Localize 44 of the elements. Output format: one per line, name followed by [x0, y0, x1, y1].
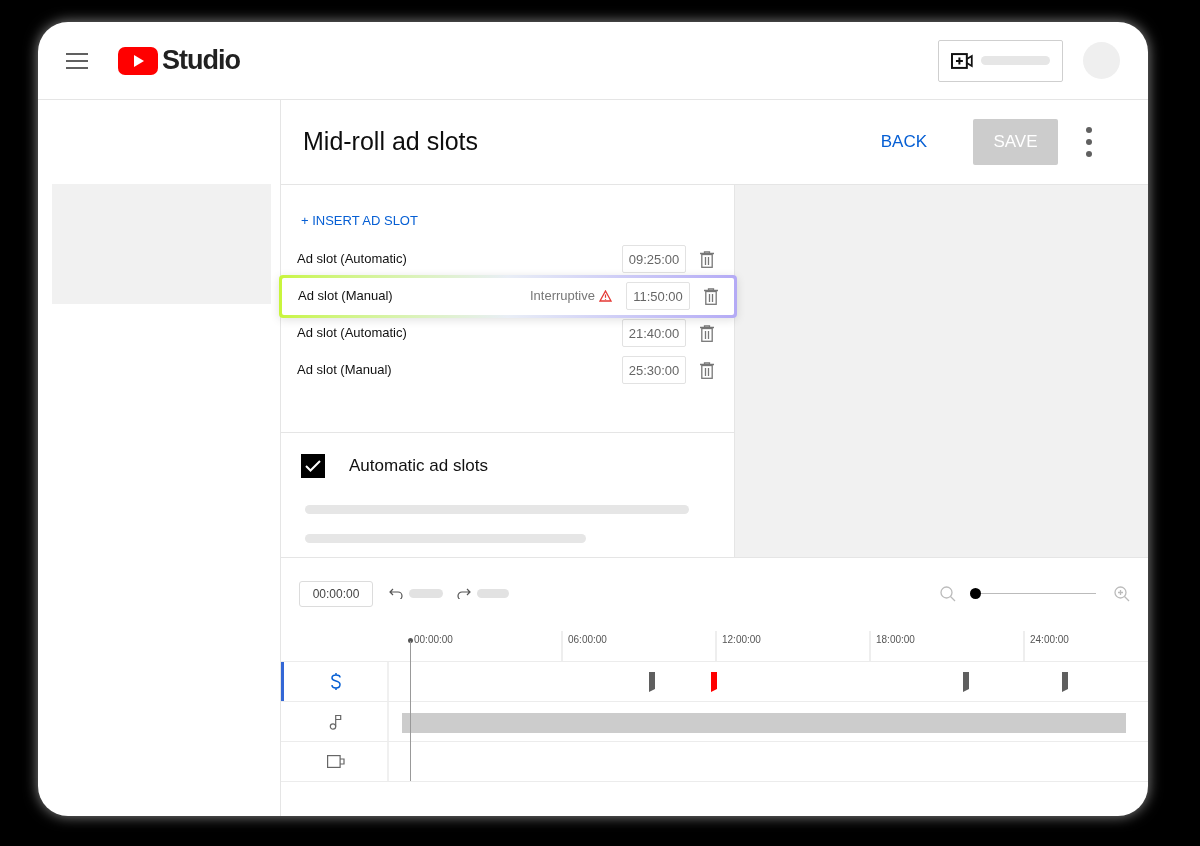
- ad-marker[interactable]: [710, 672, 717, 692]
- ad-marker[interactable]: [648, 672, 655, 692]
- zoom-slider[interactable]: [970, 587, 1096, 600]
- time-tick-label: 00:00:00: [414, 633, 453, 647]
- audio-clip[interactable]: [402, 713, 1126, 733]
- time-field[interactable]: 21:40:00: [622, 319, 686, 347]
- ad-marker[interactable]: [1061, 672, 1068, 692]
- ad-marker[interactable]: [963, 672, 970, 692]
- undo-icon[interactable]: [389, 588, 403, 599]
- trash-icon[interactable]: [704, 287, 718, 305]
- dollar-icon[interactable]: [329, 671, 342, 692]
- trash-icon[interactable]: [700, 361, 714, 379]
- playhead[interactable]: [407, 638, 414, 781]
- checkbox[interactable]: [301, 453, 325, 478]
- trash-icon[interactable]: [700, 250, 714, 268]
- time-field[interactable]: 25:30:00: [622, 356, 686, 384]
- create-button[interactable]: [938, 39, 1063, 82]
- logo-text: Studio: [162, 47, 240, 74]
- insert-ad-slot-button[interactable]: + INSERT AD SLOT: [301, 211, 418, 231]
- checkbox-label: Automatic ad slots: [349, 455, 488, 477]
- slot-note: Interruptive: [529, 287, 595, 306]
- slider-thumb[interactable]: [970, 587, 981, 599]
- video-plus-icon: [951, 52, 973, 69]
- slot-label: Ad slot (Manual): [298, 287, 393, 306]
- trash-icon[interactable]: [700, 324, 714, 342]
- slot-label: Ad slot (Automatic): [297, 250, 407, 269]
- video-camera-icon[interactable]: [326, 755, 345, 768]
- time-field[interactable]: 09:25:00: [622, 245, 686, 273]
- check-icon: [305, 459, 321, 472]
- slot-label: Ad slot (Automatic): [297, 324, 407, 343]
- menu-icon[interactable]: [66, 52, 88, 69]
- page-title: Mid-roll ad slots: [303, 126, 479, 158]
- time-field[interactable]: 00:00:00: [299, 580, 373, 607]
- time-tick-label: 18:00:00: [876, 633, 915, 647]
- time-tick-label: 06:00:00: [568, 633, 607, 647]
- more-options-icon[interactable]: [1086, 127, 1092, 157]
- time-tick-label: 24:00:00: [1030, 633, 1069, 647]
- play-logo-icon: [118, 46, 158, 75]
- music-note-icon[interactable]: [328, 713, 343, 730]
- slot-label: Ad slot (Manual): [297, 361, 392, 380]
- redo-icon[interactable]: [457, 588, 471, 599]
- time-field[interactable]: 11:50:00: [626, 282, 690, 310]
- back-button[interactable]: BACK: [870, 121, 937, 163]
- time-tick-label: 12:00:00: [722, 633, 761, 647]
